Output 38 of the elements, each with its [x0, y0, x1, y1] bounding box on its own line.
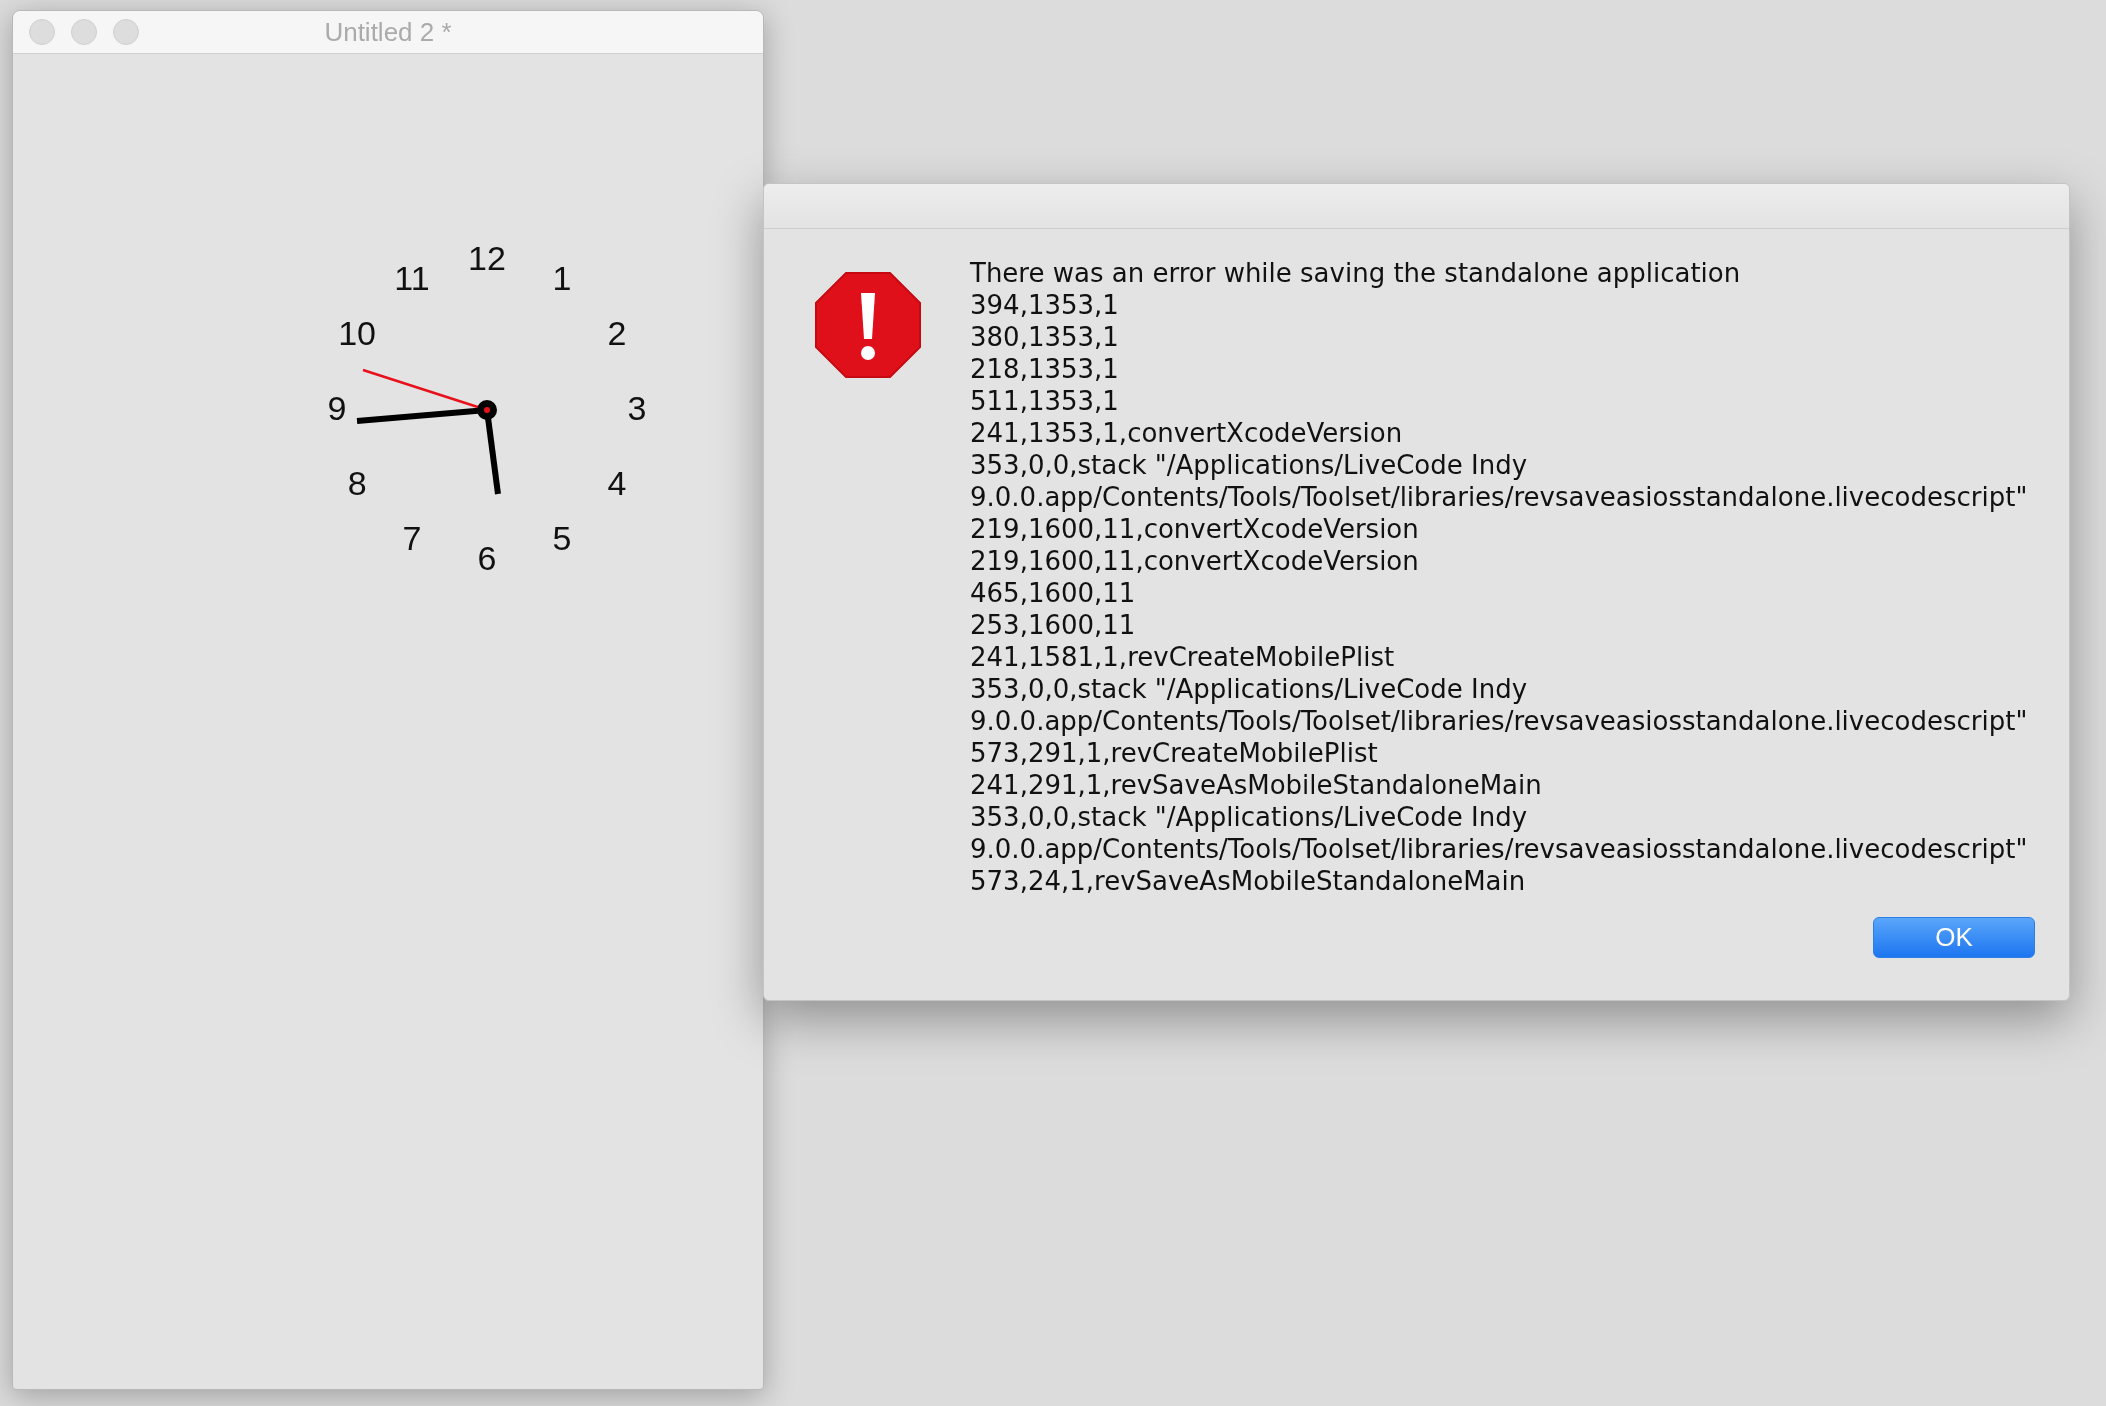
clock-numeral: 10: [338, 314, 376, 352]
clock-numeral: 5: [552, 518, 572, 557]
error-message-line: 253,1600,11: [970, 609, 1137, 641]
close-button[interactable]: [29, 19, 55, 45]
error-message-line: 511,1353,1: [970, 385, 1120, 417]
error-message-line: 9.0.0.app/Contents/Tools/Toolset/libraries/revsaveasiosstandalone.livecodescript": [970, 833, 2028, 865]
error-message-line: 9.0.0.app/Contents/Tools/Toolset/libraries/revsaveasiosstandalone.livecodescript": [970, 705, 2028, 737]
error-message-line: There was an error while saving the standalone application: [970, 257, 1742, 289]
error-message-line: 9.0.0.app/Contents/Tools/Toolset/libraries/revsaveasiosstandalone.livecodescript": [970, 481, 2028, 513]
clock-numeral: 9: [327, 389, 347, 427]
clock-numeral: 2: [607, 314, 627, 352]
error-message-line: 241,1353,1,convertXcodeVersion: [970, 417, 1404, 449]
error-message-line: 353,0,0,stack "/Applications/LiveCode Indy: [970, 801, 1529, 833]
clock-numeral: 8: [347, 464, 367, 502]
error-message-line: 573,24,1,revSaveAsMobileStandaloneMain: [970, 865, 1527, 897]
clock-numeral: 3: [627, 389, 647, 427]
zoom-button[interactable]: [113, 19, 139, 45]
window-title: Untitled 2 *: [323, 16, 453, 48]
error-message-line: 353,0,0,stack "/Applications/LiveCode Indy: [970, 673, 1529, 705]
error-stop-icon: [814, 271, 922, 379]
error-message-line: 465,1600,11: [970, 577, 1137, 609]
clock-numeral: 7: [402, 518, 422, 557]
clock-numeral: 11: [394, 259, 430, 298]
clock-numeral: 12: [468, 239, 506, 277]
minimize-button[interactable]: [71, 19, 97, 45]
error-message-line: 353,0,0,stack "/Applications/LiveCode Indy: [970, 449, 1529, 481]
error-message-line: 241,291,1,revSaveAsMobileStandaloneMain: [970, 769, 1543, 801]
clock-numeral: 4: [607, 464, 627, 502]
error-message-line: 380,1353,1: [970, 321, 1120, 353]
error-message-line: 218,1353,1: [970, 353, 1120, 385]
error-message-line: 241,1581,1,revCreateMobilePlist: [970, 641, 1396, 673]
clock-numeral: 6: [477, 539, 497, 577]
ok-button[interactable]: OK: [1873, 917, 2035, 958]
error-message-line: 573,291,1,revCreateMobilePlist: [970, 737, 1379, 769]
error-message-line: 219,1600,11,convertXcodeVersion: [970, 545, 1420, 577]
error-message-line: 219,1600,11,convertXcodeVersion: [970, 513, 1420, 545]
clock-numeral: 1: [552, 259, 572, 298]
error-message-line: 394,1353,1: [970, 289, 1120, 321]
